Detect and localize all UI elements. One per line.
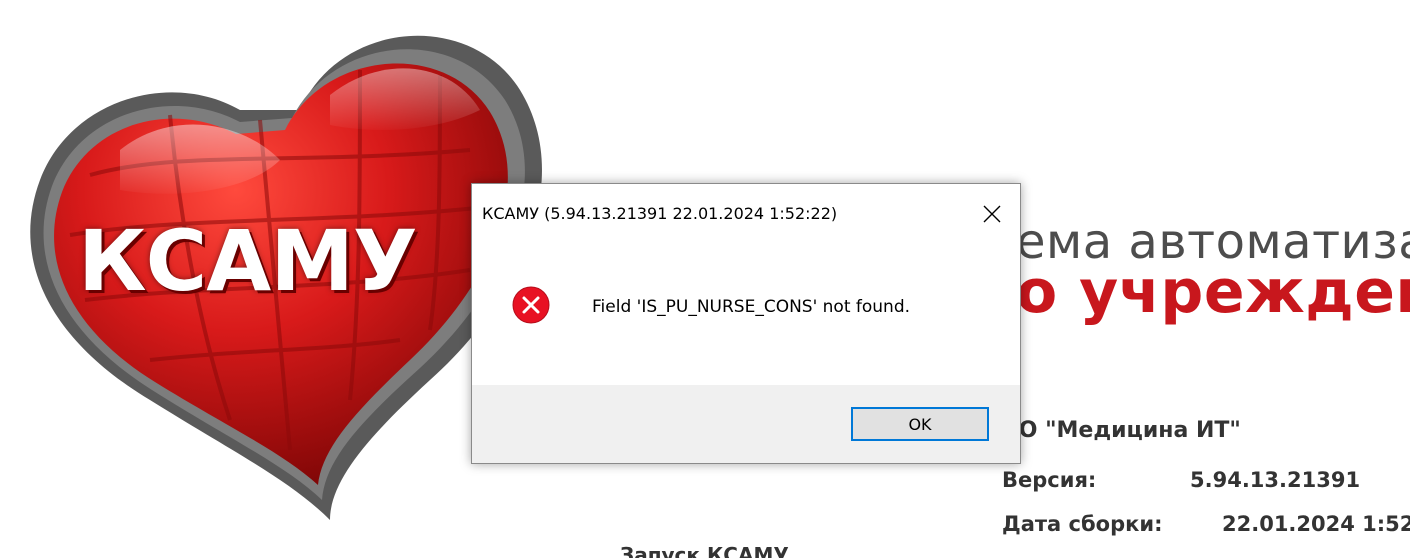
dialog-body: Field 'IS_PU_NURSE_CONS' not found. — [472, 246, 1020, 386]
dialog-footer: OK — [472, 385, 1020, 463]
version-label: Версия: — [1002, 468, 1097, 492]
error-icon — [512, 286, 550, 324]
splash-screen: КСАМУ ема автоматиза о учрежден ОО "Меди… — [0, 0, 1410, 558]
build-date-label: Дата сборки: — [1002, 512, 1163, 536]
build-date-row: Дата сборки: 22.01.2024 1:52: — [1002, 512, 1410, 536]
close-icon — [983, 205, 1001, 223]
error-message: Field 'IS_PU_NURSE_CONS' not found. — [592, 297, 911, 317]
launch-status: Запуск КСАМУ — [620, 543, 789, 558]
dialog-close-button[interactable] — [974, 196, 1010, 232]
company-name: ОО "Медицина ИТ" — [1000, 418, 1241, 443]
ok-button[interactable]: OK — [851, 407, 989, 441]
version-value: 5.94.13.21391 — [1190, 468, 1361, 492]
logo-text: КСАМУ — [78, 212, 418, 310]
error-dialog: КСАМУ (5.94.13.21391 22.01.2024 1:52:22)… — [471, 183, 1021, 464]
version-row: Версия: 5.94.13.21391 — [1002, 468, 1360, 492]
build-date-value: 22.01.2024 1:52: — [1222, 512, 1410, 536]
ok-button-label: OK — [908, 414, 932, 434]
slogan-line-2: о учрежден — [1016, 257, 1410, 327]
dialog-title: КСАМУ (5.94.13.21391 22.01.2024 1:52:22) — [482, 204, 838, 223]
